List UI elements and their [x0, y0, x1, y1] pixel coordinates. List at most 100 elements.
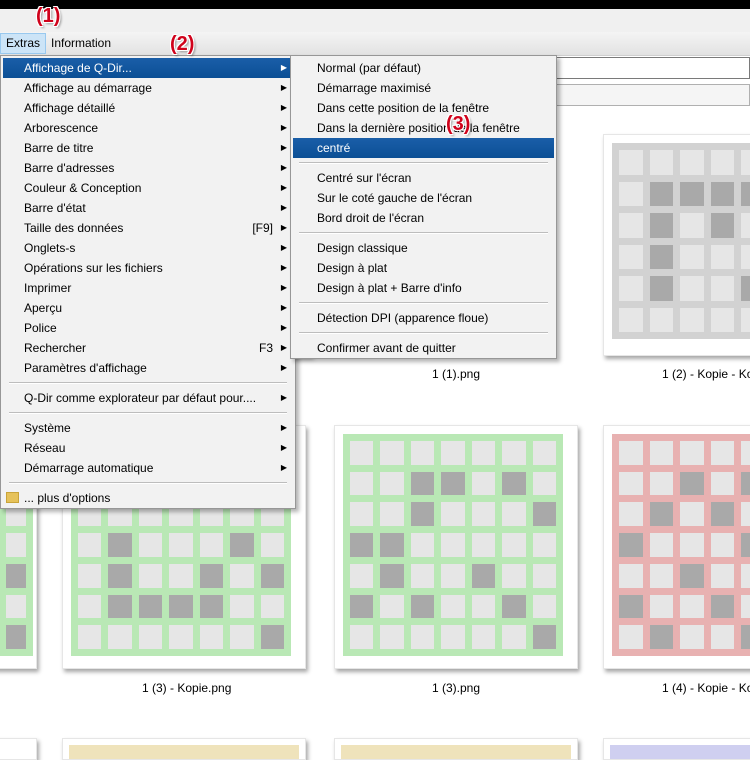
submenu-item-label: Centré sur l'écran: [317, 171, 412, 185]
submenu-item-label: Design classique: [317, 241, 408, 255]
menu-item[interactable]: Imprimer ▶: [3, 278, 293, 298]
submenu-item[interactable]: centré: [293, 138, 554, 158]
submenu-arrow-icon: ▶: [280, 123, 287, 132]
menu-item[interactable]: Démarrage automatique ▶: [3, 458, 293, 478]
grid-cell: [741, 213, 750, 238]
grid-cell: [108, 563, 132, 588]
grid-cell: [532, 441, 556, 465]
submenu-item[interactable]: Sur le coté gauche de l'écran: [293, 188, 554, 208]
grid-cell: [260, 625, 284, 649]
grid-cell: [410, 563, 435, 588]
grid-cell: [680, 533, 704, 557]
menu-item[interactable]: Barre d'adresses ▶: [3, 158, 293, 178]
menu-item[interactable]: Barre d'état ▶: [3, 198, 293, 218]
menu-item[interactable]: Arborescence ▶: [3, 118, 293, 138]
menu-item[interactable]: Système ▶: [3, 418, 293, 438]
file-caption[interactable]: 1 (2) - Kopie - Ko: [662, 367, 750, 381]
grid-cell: [532, 563, 556, 588]
grid-cell: [260, 533, 284, 557]
grid-cell: [710, 594, 735, 619]
submenu-item-label: Sur le coté gauche de l'écran: [317, 191, 473, 205]
grid-cell: [502, 594, 526, 619]
grid-cell: [619, 471, 643, 496]
thumbnail-1-2-kopie[interactable]: [603, 134, 750, 356]
grid-cell: [502, 441, 526, 465]
menu-separator: [299, 232, 548, 234]
grid-cell: [619, 244, 643, 269]
menu-item[interactable]: Opérations sur les fichiers ▶: [3, 258, 293, 278]
submenu-item[interactable]: Démarrage maximisé: [293, 78, 554, 98]
menu-item[interactable]: Taille des données [F9] ▶: [3, 218, 293, 238]
file-caption[interactable]: 1 (4) - Kopie - Ko: [662, 681, 750, 695]
submenu-item[interactable]: Design à plat + Barre d'info: [293, 278, 554, 298]
grid-cell: [619, 563, 643, 588]
file-caption[interactable]: 1 (3) - Kopie.png: [142, 681, 231, 695]
menu-item-label: Barre d'adresses: [24, 161, 115, 175]
submenu-item-label: Design à plat + Barre d'info: [317, 281, 462, 295]
thumbnail-image: [612, 143, 750, 339]
menu-item[interactable]: Onglets-s ▶: [3, 238, 293, 258]
thumbnail-1-3[interactable]: [334, 425, 578, 669]
menu-information[interactable]: Information: [46, 34, 116, 53]
submenu-arrow-icon: ▶: [280, 243, 287, 252]
menu-item[interactable]: Rechercher F3 ▶: [3, 338, 293, 358]
menu-item[interactable]: Q-Dir comme explorateur par défaut pour.…: [3, 388, 293, 408]
thumbnail-bottom-4[interactable]: [603, 738, 750, 760]
submenu-item[interactable]: Bord droit de l'écran: [293, 208, 554, 228]
file-caption[interactable]: 1 (3).png: [432, 681, 480, 695]
thumbnail-bottom-3[interactable]: [334, 738, 578, 760]
thumbnail-bottom-2[interactable]: [62, 738, 306, 760]
menu-item[interactable]: Affichage détaillé ▶: [3, 98, 293, 118]
submenu-item[interactable]: Confirmer avant de quitter: [293, 338, 554, 358]
grid-cell: [680, 471, 704, 496]
grid-cell: [741, 594, 750, 619]
submenu-item[interactable]: Normal (par défaut): [293, 58, 554, 78]
grid-cell: [619, 213, 643, 238]
submenu-item[interactable]: Design à plat: [293, 258, 554, 278]
grid-cell: [649, 307, 674, 332]
menu-item-label: Affichage détaillé: [24, 101, 116, 115]
grid-cell: [441, 533, 465, 557]
file-caption[interactable]: 1 (1).png: [432, 367, 480, 381]
grid-cell: [741, 276, 750, 301]
submenu-item[interactable]: Dans cette position de la fenêtre: [293, 98, 554, 118]
menu-item[interactable]: Réseau ▶: [3, 438, 293, 458]
thumbnail-bottom-1[interactable]: [0, 738, 37, 760]
grid-cell: [741, 307, 750, 332]
menu-extras[interactable]: Extras: [0, 33, 47, 54]
grid-cell: [6, 563, 26, 588]
menu-separator: [299, 302, 548, 304]
menu-item[interactable]: Paramètres d'affichage ▶: [3, 358, 293, 378]
menu-item[interactable]: Couleur & Conception ▶: [3, 178, 293, 198]
grid-cell: [230, 533, 254, 557]
submenu-arrow-icon: ▶: [280, 363, 287, 372]
grid-cell: [260, 594, 284, 619]
menu-item[interactable]: Barre de titre ▶: [3, 138, 293, 158]
submenu-item[interactable]: Dans la dernière position de la fenêtre: [293, 118, 554, 138]
menu-item[interactable]: ... plus d'options: [3, 488, 293, 508]
menu-item[interactable]: Aperçu ▶: [3, 298, 293, 318]
menu-item-label: Couleur & Conception: [24, 181, 142, 195]
submenu-item[interactable]: Centré sur l'écran: [293, 168, 554, 188]
grid-cell: [502, 563, 526, 588]
submenu-arrow-icon: ▶: [280, 343, 287, 352]
grid-cell: [502, 471, 526, 496]
menu-item[interactable]: Affichage de Q-Dir... ▶: [3, 58, 293, 78]
submenu-arrow-icon: ▶: [280, 183, 287, 192]
grid-cell: [380, 441, 404, 465]
menu-bar: Extras Information: [0, 32, 750, 56]
menu-item[interactable]: Police ▶: [3, 318, 293, 338]
submenu-item[interactable]: Design classique: [293, 238, 554, 258]
grid-cell: [230, 594, 254, 619]
grid-cell: [410, 533, 435, 557]
grid-cell: [350, 563, 374, 588]
grid-cell: [649, 181, 674, 206]
grid-cell: [138, 625, 163, 649]
submenu-item[interactable]: Détection DPI (apparence floue): [293, 308, 554, 328]
thumbnail-1-4-kopie[interactable]: [603, 425, 750, 669]
menu-item-label: Taille des données: [24, 221, 124, 235]
title-strip: [0, 9, 750, 32]
annotation-badge-3: (3): [446, 113, 471, 135]
menu-item[interactable]: Affichage au démarrage ▶: [3, 78, 293, 98]
menu-item-label: Aperçu: [24, 301, 63, 315]
